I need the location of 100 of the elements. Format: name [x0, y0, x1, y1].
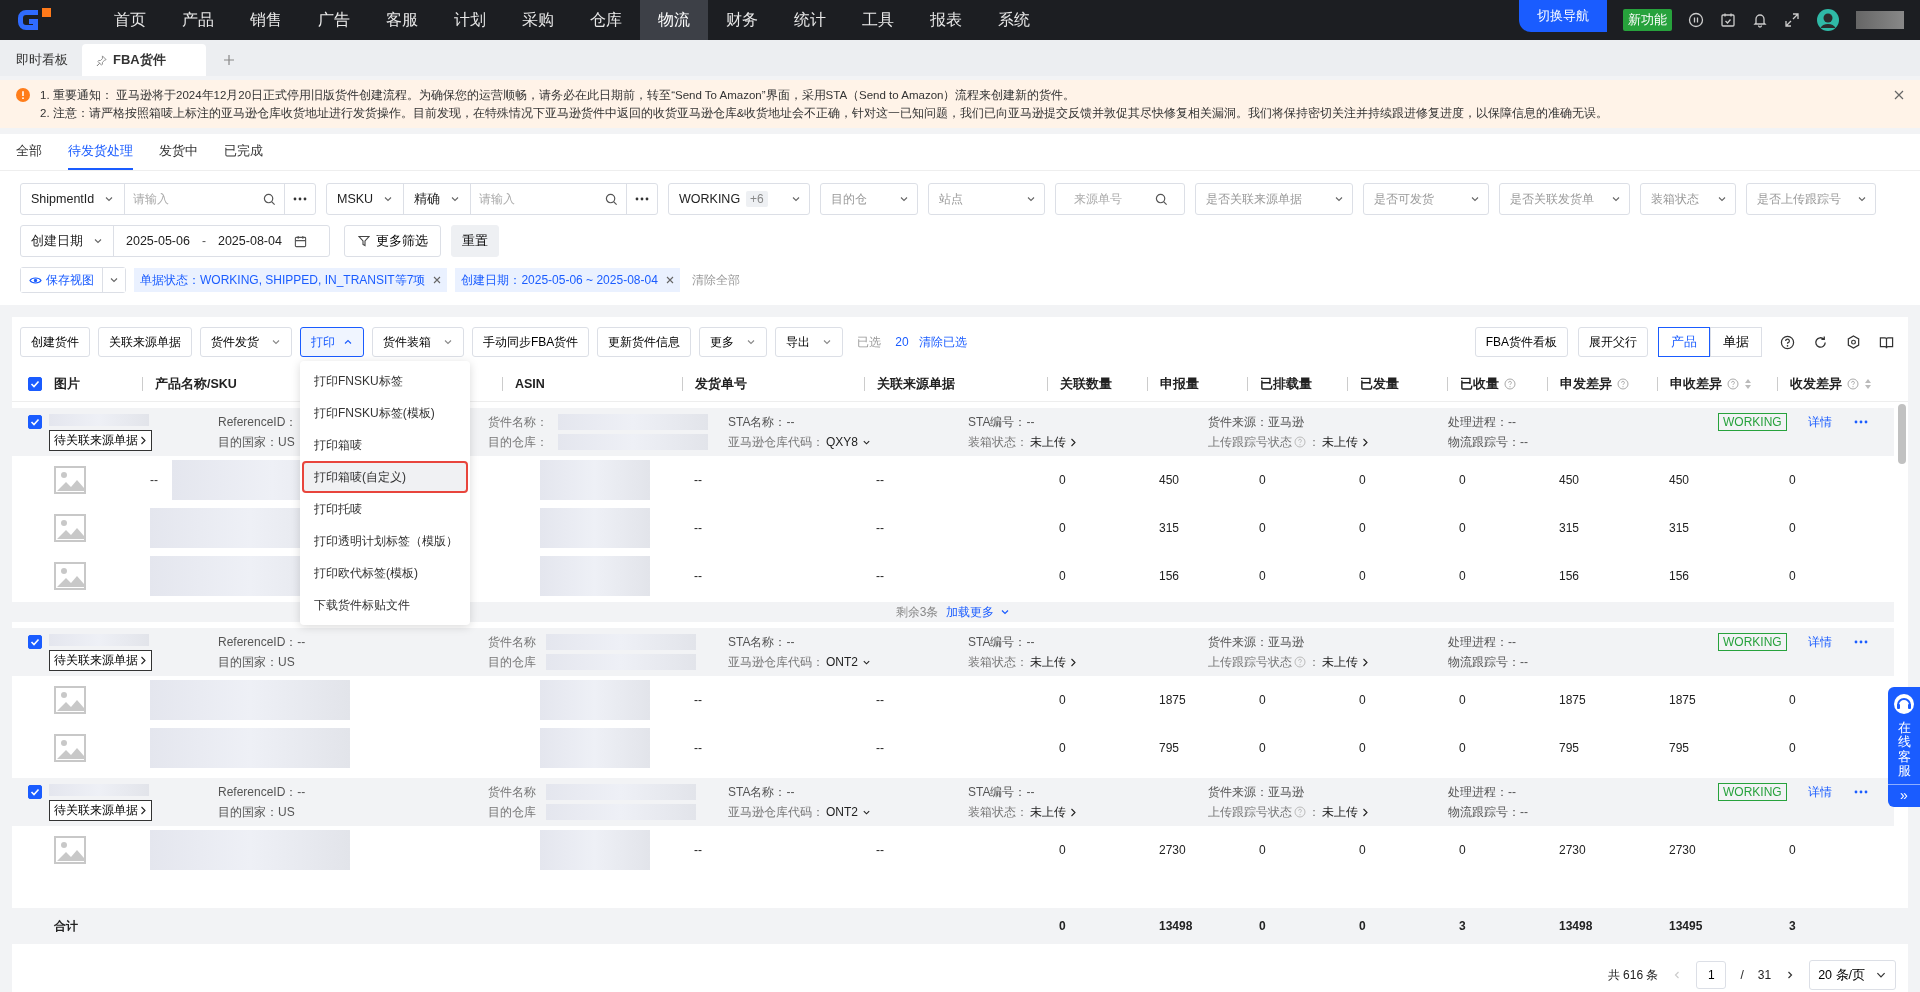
- field-select[interactable]: MSKU: [327, 184, 405, 214]
- view-toggle-button[interactable]: 单据: [1710, 327, 1762, 357]
- nav-menu-item[interactable]: 工具: [844, 0, 912, 40]
- detail-link[interactable]: 详情: [1808, 783, 1854, 801]
- status-tab[interactable]: 发货中: [159, 134, 198, 170]
- nav-menu-item[interactable]: 财务: [708, 0, 776, 40]
- toolbar-button[interactable]: 创建货件: [20, 327, 90, 357]
- page-tab[interactable]: 即时看板: [4, 44, 80, 76]
- more-icon[interactable]: [635, 197, 649, 201]
- menu-item[interactable]: 打印箱唛(自定义): [302, 461, 468, 493]
- nav-menu-item[interactable]: 系统: [980, 0, 1048, 40]
- scrollbar[interactable]: [1898, 404, 1906, 464]
- nav-menu-item[interactable]: 首页: [96, 0, 164, 40]
- toolbar-button[interactable]: 展开父行: [1578, 327, 1648, 357]
- page-size-select[interactable]: 20 条/页: [1809, 960, 1896, 990]
- link-source-badge[interactable]: 待关联来源单据: [49, 649, 152, 671]
- toolbar-button[interactable]: 手动同步FBA货件: [472, 327, 590, 357]
- switch-navigation-button[interactable]: 切换导航: [1519, 0, 1607, 32]
- toolbar-button[interactable]: 货件装箱: [372, 327, 464, 357]
- status-link[interactable]: 未上传: [1322, 653, 1369, 671]
- link-source-badge[interactable]: 待关联来源单据: [49, 429, 152, 451]
- detail-link[interactable]: 详情: [1808, 413, 1854, 431]
- more-filters-button[interactable]: 更多筛选: [344, 225, 441, 257]
- field-select[interactable]: ShipmentId: [21, 184, 126, 214]
- book-icon[interactable]: [1879, 334, 1894, 350]
- menu-item[interactable]: 打印FNSKU标签(模板): [302, 397, 468, 429]
- warehouse-code-dropdown[interactable]: ONT2: [826, 805, 871, 819]
- menu-item[interactable]: 打印透明计划标签（模版）: [302, 525, 468, 557]
- toolbar-button[interactable]: 导出: [775, 327, 844, 357]
- status-link[interactable]: 未上传: [1030, 433, 1077, 451]
- nav-menu-item[interactable]: 仓库: [572, 0, 640, 40]
- nav-menu-item[interactable]: 客服: [368, 0, 436, 40]
- toolbar-button[interactable]: 货件发货: [200, 327, 292, 357]
- link-source-badge[interactable]: 待关联来源单据: [49, 799, 152, 821]
- status-tab[interactable]: 待发货处理: [68, 134, 133, 170]
- status-link[interactable]: 未上传: [1030, 653, 1077, 671]
- search-icon[interactable]: [263, 192, 276, 206]
- bell-icon[interactable]: [1752, 12, 1768, 28]
- select-all-checkbox[interactable]: [28, 377, 42, 391]
- online-service-widget[interactable]: 在线客服 »: [1888, 687, 1920, 808]
- detail-link[interactable]: 详情: [1808, 633, 1854, 651]
- view-toggle-button[interactable]: 产品: [1658, 327, 1710, 357]
- nav-menu-item[interactable]: 广告: [300, 0, 368, 40]
- menu-item[interactable]: 打印托唛: [302, 493, 468, 525]
- settings-icon[interactable]: [1846, 334, 1861, 350]
- nav-menu-item[interactable]: 物流: [640, 0, 708, 40]
- status-link[interactable]: 未上传: [1322, 433, 1369, 451]
- save-view-button[interactable]: 保存视图: [21, 268, 103, 292]
- pause-circle-icon[interactable]: [1688, 12, 1704, 28]
- nav-menu-item[interactable]: 报表: [912, 0, 980, 40]
- search-field[interactable]: 来源单号: [1055, 183, 1185, 215]
- filter-tag[interactable]: 单据状态：WORKING, SHIPPED, IN_TRANSIT等7项: [134, 268, 448, 292]
- menu-item[interactable]: 打印箱唛: [302, 429, 468, 461]
- text-input[interactable]: 来源单号: [1066, 192, 1155, 206]
- avatar-icon[interactable]: [1816, 8, 1840, 32]
- menu-item[interactable]: 下载货件标贴文件: [302, 589, 468, 621]
- text-input[interactable]: 请输入: [125, 192, 263, 206]
- select-field[interactable]: WORKING +6: [668, 183, 810, 215]
- match-mode-select[interactable]: 精确: [404, 184, 472, 214]
- field-select[interactable]: 创建日期: [21, 226, 114, 256]
- status-tab[interactable]: 全部: [16, 134, 42, 170]
- status-link[interactable]: 未上传: [1322, 803, 1369, 821]
- toolbar-button[interactable]: 更新货件信息: [597, 327, 692, 357]
- toolbar-button[interactable]: 关联来源单据: [98, 327, 192, 357]
- reset-button[interactable]: 重置: [451, 225, 499, 257]
- menu-item[interactable]: 打印FNSKU标签: [302, 365, 468, 397]
- nav-menu-item[interactable]: 统计: [776, 0, 844, 40]
- row-checkbox[interactable]: [28, 635, 42, 649]
- toolbar-button[interactable]: 更多: [699, 327, 768, 357]
- nav-menu-item[interactable]: 销售: [232, 0, 300, 40]
- refresh-icon[interactable]: [1813, 334, 1828, 350]
- more-icon[interactable]: [293, 197, 307, 201]
- status-tab[interactable]: 已完成: [224, 134, 263, 170]
- warehouse-code-dropdown[interactable]: QXY8: [826, 435, 871, 449]
- page-tab[interactable]: FBA货件: [82, 44, 206, 76]
- calendar-icon[interactable]: [293, 234, 307, 248]
- expand-toggle[interactable]: »: [1888, 784, 1920, 808]
- toolbar-button[interactable]: FBA货件看板: [1474, 327, 1568, 357]
- text-input[interactable]: 请输入: [471, 192, 605, 206]
- calendar-check-icon[interactable]: [1720, 12, 1736, 28]
- help-icon[interactable]: [1780, 334, 1795, 350]
- row-checkbox[interactable]: [28, 785, 42, 799]
- menu-item[interactable]: 打印欧代标签(模板): [302, 557, 468, 589]
- close-icon[interactable]: [665, 276, 674, 284]
- warehouse-code-dropdown[interactable]: ONT2: [826, 655, 871, 669]
- close-icon[interactable]: [433, 276, 442, 284]
- row-checkbox[interactable]: [28, 415, 42, 429]
- status-link[interactable]: 未上传: [1030, 803, 1077, 821]
- filter-tag[interactable]: 创建日期：2025-05-06 ~ 2025-08-04: [455, 268, 680, 292]
- page-input[interactable]: 1: [1696, 961, 1727, 989]
- nav-menu-item[interactable]: 计划: [436, 0, 504, 40]
- clear-selection-link[interactable]: 清除已选: [918, 333, 967, 351]
- close-icon[interactable]: [1894, 90, 1904, 100]
- expand-icon[interactable]: [1784, 12, 1800, 28]
- toolbar-button[interactable]: 打印: [300, 327, 364, 357]
- start-date[interactable]: 2025-05-06: [114, 234, 202, 248]
- nav-menu-item[interactable]: 产品: [164, 0, 232, 40]
- end-date[interactable]: 2025-08-04: [205, 234, 294, 248]
- search-icon[interactable]: [1155, 192, 1168, 206]
- search-icon[interactable]: [605, 192, 618, 206]
